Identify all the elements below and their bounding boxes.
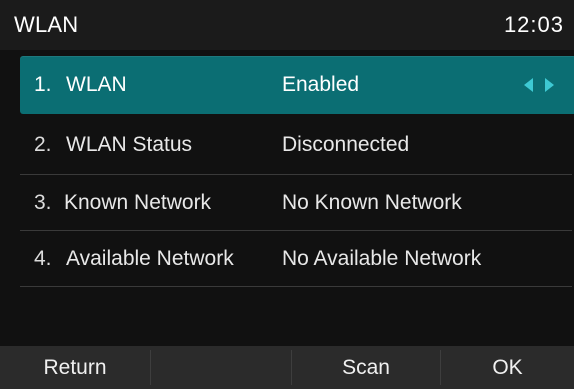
- menu-item-value: No Available Network: [282, 247, 482, 270]
- menu-item-wlan[interactable]: 1. WLAN Enabled: [20, 56, 574, 114]
- page-title: WLAN: [14, 12, 79, 37]
- softkey-bar: Return Scan OK: [0, 346, 574, 389]
- menu-item-available-network[interactable]: 4. Available Network No Available Networ…: [20, 230, 574, 288]
- menu-item-number: 3.: [34, 191, 52, 214]
- menu-item-number: 2.: [34, 133, 52, 156]
- menu-item-value: No Known Network: [282, 191, 462, 214]
- menu-item-number: 1.: [34, 73, 52, 96]
- return-button[interactable]: Return: [0, 346, 150, 389]
- menu-item-number: 4.: [34, 247, 52, 270]
- menu-item-value: Enabled: [282, 73, 360, 96]
- menu-item-value: Disconnected: [282, 133, 410, 156]
- title-bar: WLAN 12:03: [0, 0, 574, 50]
- scan-button[interactable]: Scan: [292, 346, 440, 389]
- menu-item-wlan-status[interactable]: 2. WLAN Status Disconnected: [20, 116, 574, 174]
- menu-item-known-network[interactable]: 3. Known Network No Known Network: [20, 174, 574, 232]
- phone-screen: WLAN 12:03 1. WLAN Enabled 2. WLAN Statu…: [0, 0, 574, 389]
- row-divider: [20, 286, 572, 287]
- left-right-arrows-icon[interactable]: [522, 75, 556, 95]
- arrow-left-icon[interactable]: [524, 78, 533, 92]
- menu-item-label: Known Network: [64, 191, 212, 214]
- empty-softkey[interactable]: [151, 346, 291, 389]
- menu-item-label: WLAN Status: [66, 133, 193, 156]
- clock: 12:03: [503, 12, 564, 37]
- menu-item-label: WLAN: [66, 73, 127, 96]
- ok-button[interactable]: OK: [441, 346, 574, 389]
- menu-item-label: Available Network: [66, 247, 234, 270]
- arrow-right-icon[interactable]: [545, 78, 554, 92]
